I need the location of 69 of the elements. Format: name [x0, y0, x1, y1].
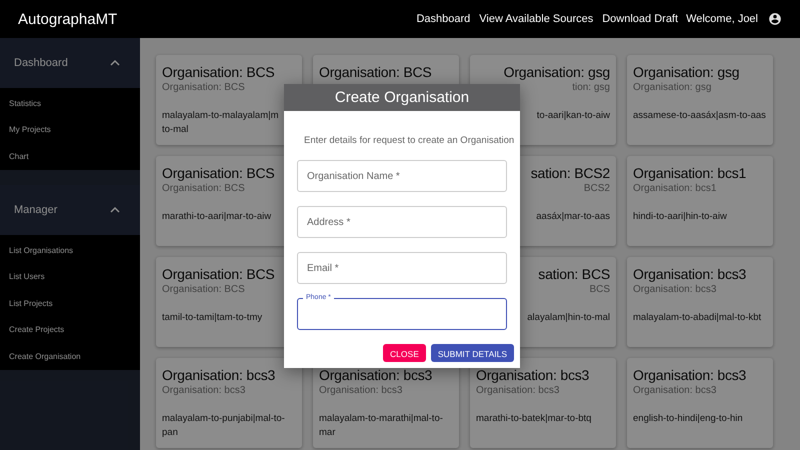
nav-link[interactable]: Dashboard [416, 13, 470, 25]
card-title: Organisation: bcs3 [633, 265, 748, 283]
card-languages: malayalam-to-punjabi|mal-to- [162, 412, 286, 426]
card-title: Organisation: bcs3 [633, 366, 748, 384]
dialog-title: Create Organisation [284, 84, 520, 111]
card-subtitle: Organisation: BCS [162, 182, 246, 196]
sidebar-item[interactable]: List Projects [0, 290, 140, 317]
card-subtitle: Organisation: bcs3 [476, 384, 560, 398]
card-languages: marathi-to-aari|mar-to-aiw [162, 210, 272, 224]
card-title: sation: BCS2 [530, 164, 610, 182]
input-field[interactable] [297, 298, 507, 330]
card-subtitle: Organisation: BCS [162, 283, 246, 297]
card-languages: aasáx|mar-to-aas [535, 210, 610, 224]
submit-button[interactable]: SUBMIT DETAILS [430, 344, 514, 362]
sidebar-item[interactable]: List Users [0, 263, 140, 290]
card-languages: mar [319, 426, 336, 440]
card-title: Organisation: BCS [162, 265, 276, 283]
app-title: AutographaMT [18, 10, 118, 28]
organisation-card[interactable]: Organisation: bcs3 Organisation: bcs3 english-to-hindi|eng-to-hin [627, 358, 773, 448]
card-title: Organisation: BCS [162, 164, 276, 182]
card-title: Organisation: bcs3 [162, 366, 276, 384]
organisation-card[interactable]: Organisation: gsg Organisation: gsg assamese-to-aasáx|asm-to-aas [627, 55, 773, 145]
sidebar-item[interactable]: My Projects [0, 116, 140, 144]
card-languages: pan [162, 426, 179, 440]
sidebar-item[interactable]: Create Organisation [0, 343, 140, 370]
nav-link[interactable]: Download Draft [602, 13, 678, 25]
card-languages: malayalam-to-marathi|mal-to- [319, 412, 444, 426]
card-languages: hindi-to-aari|hin-to-aiw [633, 210, 728, 224]
card-title: Organisation: BCS [162, 63, 276, 81]
card-languages: to-aari|kan-to-aiw [536, 109, 610, 123]
card-subtitle: Organisation: gsg [633, 81, 712, 95]
card-title: Organisation: bcs1 [633, 164, 748, 182]
close-button[interactable]: CLOSE [383, 344, 426, 362]
card-languages: malayalam-to-abadi|mal-to-kbt [633, 311, 762, 325]
sidebar-item[interactable]: Statistics [0, 90, 140, 117]
card-subtitle: Organisation: bcs3 [633, 283, 718, 297]
card-languages: english-to-hindi|eng-to-hin [633, 412, 744, 426]
card-subtitle: Organisation: bcs3 [319, 384, 404, 398]
card-languages: tamil-to-tami|tam-to-tmy [162, 311, 264, 325]
organisation-card[interactable]: Organisation: bcs3 Organisation: bcs3 marathi-to-batek|mar-to-btq [470, 358, 616, 448]
card-subtitle: Organisation: bcs1 [633, 182, 718, 196]
card-subtitle: tion: gsg [571, 81, 610, 95]
organisation-card[interactable]: Organisation: bcs3 Organisation: bcs3 malayalam-to-punjabi|mal-to- pan [156, 358, 302, 448]
card-languages: to-mal [162, 123, 190, 137]
card-languages: marathi-to-batek|mar-to-btq [476, 412, 592, 426]
welcome-text: Welcome, Joel [686, 13, 758, 25]
sidebar-section-header[interactable]: Dashboard [0, 38, 140, 88]
card-subtitle: BCS2 [582, 182, 610, 196]
nav-link[interactable]: View Available Sources [479, 13, 594, 25]
card-title: Organisation: BCS [319, 63, 433, 81]
card-subtitle: Organisation: BCS [162, 81, 246, 95]
card-subtitle: Organisation: bcs3 [633, 384, 718, 398]
card-title: sation: BCS [537, 265, 610, 283]
sidebar-item[interactable]: List Organisations [0, 236, 140, 264]
card-title: Organisation: bcs3 [319, 366, 434, 384]
card-languages: alayalam|hin-to-mal [526, 311, 610, 325]
card-title: Organisation: gsg [633, 63, 740, 81]
card-title: Organisation: bcs3 [476, 366, 590, 384]
card-title: Organisation: gsg [502, 63, 610, 81]
card-languages: malayalam-to-malayalam|m [162, 109, 280, 123]
card-languages: assamese-to-aasáx|asm-to-aas [633, 109, 767, 123]
sidebar-item[interactable]: Chart [0, 143, 140, 170]
sidebar-item[interactable]: Create Projects [0, 316, 140, 344]
card-subtitle: Organisation: bcs3 [162, 384, 246, 398]
organisation-card[interactable]: Organisation: bcs1 Organisation: bcs1 hindi-to-aari|hin-to-aiw [627, 156, 773, 246]
card-subtitle: BCS [588, 283, 610, 297]
organisation-card[interactable]: Organisation: bcs3 Organisation: bcs3 malayalam-to-abadi|mal-to-kbt [627, 257, 773, 347]
account-icon[interactable] [768, 12, 782, 26]
organisation-card[interactable]: Organisation: BCS Organisation: BCS malayalam-to-malayalam|m to-mal [156, 55, 302, 145]
